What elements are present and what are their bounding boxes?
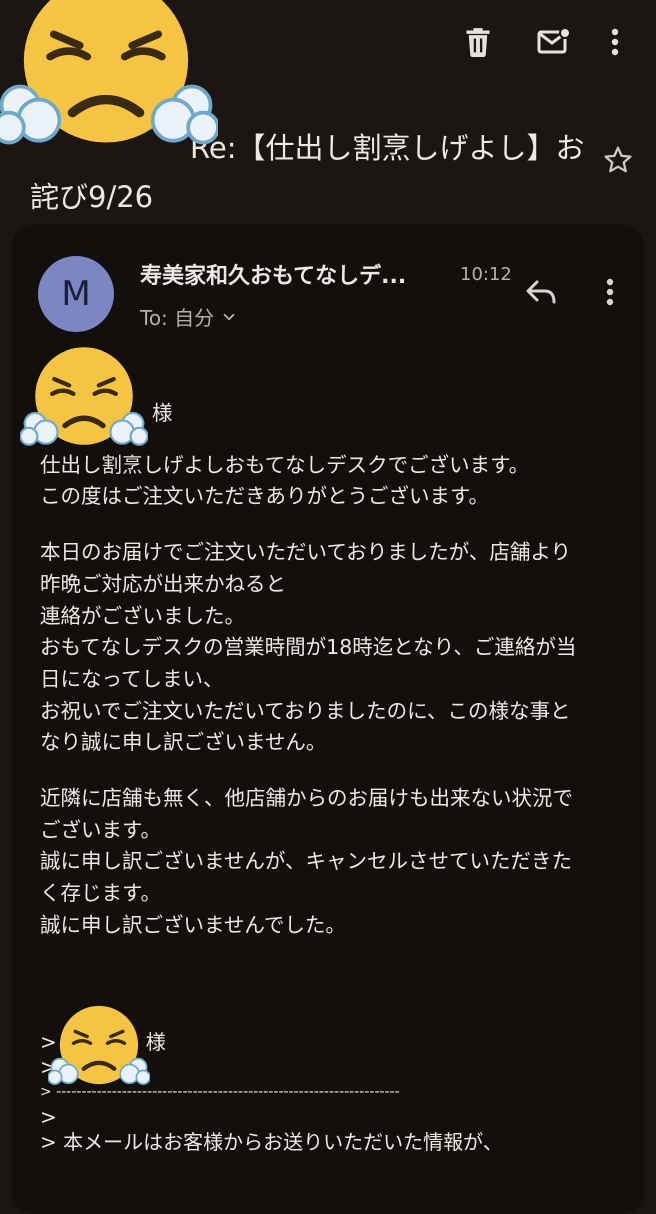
star-icon[interactable] — [596, 138, 640, 182]
message-time: 10:12 — [460, 264, 512, 285]
body-paragraph-2: 本日のお届けでご注文いただいておりましたが、店舗より 昨晩ご対応が出来かねると … — [40, 540, 577, 755]
sender-name[interactable]: 寿美家和久おもてなしデ... — [140, 258, 450, 290]
recipients-toggle[interactable]: To: 自分 — [140, 302, 238, 331]
body-paragraph-1: 仕出し割烹しげよしおもてなしデスクでございます。 この度はご注文いただきありがと… — [40, 452, 530, 509]
steam-from-nose-face-emoji — [20, 347, 148, 446]
quote-line: > — [40, 1104, 57, 1129]
recipients-label: To: 自分 — [140, 306, 215, 330]
reply-button[interactable] — [518, 268, 566, 316]
message-more-button[interactable] — [594, 268, 626, 316]
steam-from-nose-face-emoji — [48, 1005, 150, 1085]
chevron-down-icon — [223, 313, 235, 321]
more-vert-icon — [606, 278, 614, 306]
reply-icon — [526, 280, 556, 304]
quote-line: > 本メールはお客様からお送りいただいた情報が、 — [40, 1129, 503, 1154]
more-vert-icon[interactable] — [600, 22, 630, 62]
mark-unread-icon[interactable] — [534, 22, 574, 62]
steam-from-nose-face-emoji — [0, 0, 218, 145]
trash-icon[interactable] — [458, 22, 498, 62]
avatar[interactable]: M — [38, 256, 114, 332]
body-paragraph-3: 近隣に店舗も無く、他店舗からのお届けも出来ない状況で ございます。 誠に申し訳ご… — [40, 786, 573, 937]
